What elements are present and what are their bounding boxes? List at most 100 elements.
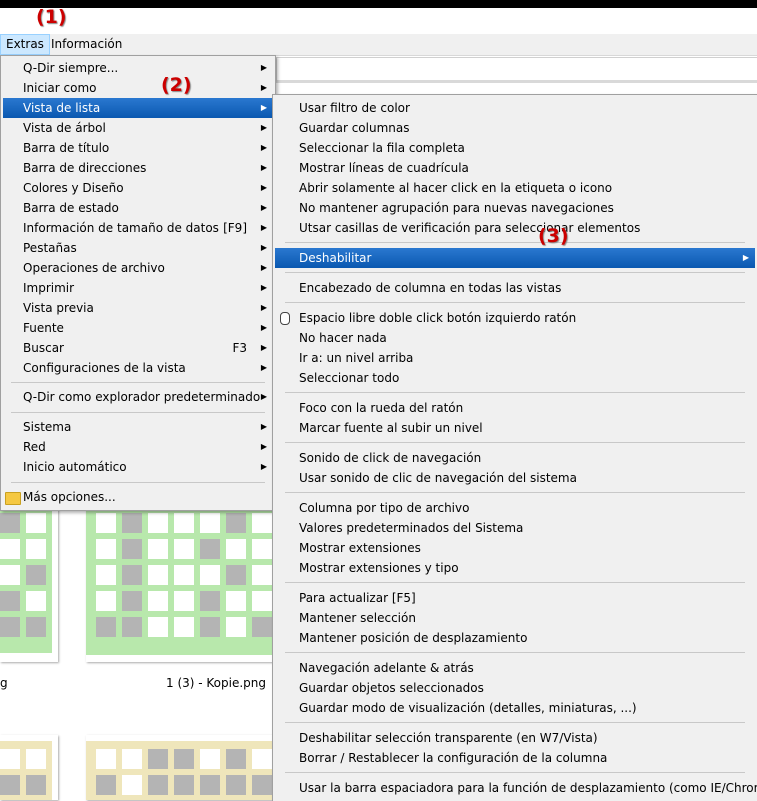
menu-item-buscar[interactable]: Buscar F3 ▶ [3, 338, 273, 358]
menu-item-label: Guardar modo de visualización (detalles,… [299, 701, 637, 715]
menu-item-para-actualizar-f5[interactable]: Para actualizar [F5] [275, 588, 755, 608]
menu-item-label: No mantener agrupación para nuevas naveg… [299, 201, 614, 215]
menu-item-label: Q-Dir siempre... [23, 61, 119, 75]
menu-item-label: Foco con la rueda del ratón [299, 401, 464, 415]
menu-item-label: Vista de lista [23, 101, 101, 115]
menu-item-q-dir-siempre[interactable]: Q-Dir siempre... ▶ [3, 58, 273, 78]
menu-item-label: Deshabilitar [299, 251, 372, 265]
menu-item-fuente[interactable]: Fuente ▶ [3, 318, 273, 338]
menu-item-pestanas[interactable]: Pestañas ▶ [3, 238, 273, 258]
menu-item-deshabilitar-seleccion-transparente-en-w7-vista[interactable]: Deshabilitar selección transparente (en … [275, 728, 755, 748]
menu-item-q-dir-como-explorador-predeterminado[interactable]: Q-Dir como explorador predeterminado ▶ [3, 387, 273, 407]
menu-item-mantener-seleccion[interactable]: Mantener selección [275, 608, 755, 628]
menu-separator [285, 442, 745, 443]
menu-item-operaciones-de-archivo[interactable]: Operaciones de archivo ▶ [3, 258, 273, 278]
menu-item-foco-con-la-rueda-del-raton[interactable]: Foco con la rueda del ratón [275, 398, 755, 418]
menu-item-ir-a-un-nivel-arriba[interactable]: Ir a: un nivel arriba [275, 348, 755, 368]
menu-item-label: Q-Dir como explorador predeterminado [23, 390, 261, 404]
menu-item-imprimir[interactable]: Imprimir ▶ [3, 278, 273, 298]
chevron-right-icon: ▶ [260, 283, 267, 292]
menu-item-label: Imprimir [23, 281, 75, 295]
menu-item-label: Columna por tipo de archivo [299, 501, 470, 515]
menu-item-navegacion-adelante-atras[interactable]: Navegación adelante & atrás [275, 658, 755, 678]
menu-item-sistema[interactable]: Sistema ▶ [3, 417, 273, 437]
menu-item-label: Colores y Diseño [23, 181, 124, 195]
menu-item-configuraciones-de-la-vista[interactable]: Configuraciones de la vista ▶ [3, 358, 273, 378]
chevron-right-icon: ▶ [260, 343, 267, 352]
address-bar[interactable] [276, 57, 757, 83]
menu-item-seleccionar-todo[interactable]: Seleccionar todo [275, 368, 755, 388]
menu-item-deshabilitar[interactable]: Deshabilitar ▶ [275, 248, 755, 268]
menu-item-label: Usar filtro de color [299, 101, 410, 115]
menu-item-usar-la-barra-espaciadora-para-la-funcion-de-desplazamiento-como-ie-chrome[interactable]: Usar la barra espaciadora para la funció… [275, 778, 757, 798]
menu-item-columna-por-tipo-de-archivo[interactable]: Columna por tipo de archivo [275, 498, 755, 518]
menu-item-barra-de-titulo[interactable]: Barra de título ▶ [3, 138, 273, 158]
menu-item-vista-de-arbol[interactable]: Vista de árbol ▶ [3, 118, 273, 138]
menu-item-mostrar-extensiones-y-tipo[interactable]: Mostrar extensiones y tipo [275, 558, 755, 578]
menu-item-label: Barra de estado [23, 201, 119, 215]
menu-item-informacion-de-tamano-de-datos[interactable]: Información de tamaño de datos [F9] ▶ [3, 218, 273, 238]
menu-item-label: Configuraciones de la vista [23, 361, 186, 375]
menu-item-espacio-libre-doble-click-boton-izquierdo-raton[interactable]: Espacio libre doble click botón izquierd… [275, 308, 755, 328]
menu-item-usar-sonido-de-clic-de-navegacion-del-sistema[interactable]: Usar sonido de clic de navegación del si… [275, 468, 755, 488]
menu-item-label: Red [23, 440, 46, 454]
menu-item-utsar-casillas-de-verificacion-para-seleccionar-elementos[interactable]: Utsar casillas de verificación para sele… [275, 218, 755, 238]
menu-item-guardar-columnas[interactable]: Guardar columnas [275, 118, 755, 138]
menu-item-marcar-fuente-al-subir-un-nivel[interactable]: Marcar fuente al subir un nivel [275, 418, 755, 438]
menu-item-label: Deshabilitar selección transparente (en … [299, 731, 598, 745]
file-thumbnail[interactable] [86, 735, 276, 800]
annotation-3: (3) [538, 225, 569, 247]
chevron-right-icon: ▶ [742, 253, 749, 262]
menu-item-guardar-objetos-seleccionados[interactable]: Guardar objetos seleccionados [275, 678, 755, 698]
menu-item-encabezado-de-columna-en-todas-las-vistas[interactable]: Encabezado de columna en todas las vista… [275, 278, 755, 298]
menu-item-label: Borrar / Restablecer la configuración de… [299, 751, 608, 765]
menu-item-vista-previa[interactable]: Vista previa ▶ [3, 298, 273, 318]
menu-item-label: Ir a: un nivel arriba [299, 351, 414, 365]
menu-item-iniciar-como[interactable]: Iniciar como ▶ [3, 78, 273, 98]
chevron-right-icon: ▶ [260, 323, 267, 332]
menu-item-label: Mantener posición de desplazamiento [299, 631, 528, 645]
menu-item-mantener-posicion-de-desplazamiento[interactable]: Mantener posición de desplazamiento [275, 628, 755, 648]
chevron-right-icon: ▶ [260, 163, 267, 172]
menu-extras[interactable]: Extras [0, 34, 50, 55]
menu-item-barra-de-estado[interactable]: Barra de estado ▶ [3, 198, 273, 218]
file-thumbnail[interactable] [0, 505, 58, 662]
menu-item-label: Vista de árbol [23, 121, 106, 135]
shortcut-label: [F9] [223, 221, 247, 235]
chevron-right-icon: ▶ [260, 263, 267, 272]
mouse-icon [280, 312, 290, 325]
file-thumbnail[interactable] [0, 735, 58, 800]
menu-item-label: Navegación adelante & atrás [299, 661, 474, 675]
menu-separator [285, 392, 745, 393]
menu-item-vista-de-lista[interactable]: Vista de lista ▶ [3, 98, 273, 118]
menu-item-mas-opciones[interactable]: Más opciones... [3, 487, 273, 507]
menu-item-label: Operaciones de archivo [23, 261, 165, 275]
file-thumbnail[interactable] [86, 505, 276, 662]
menu-item-barra-de-direcciones[interactable]: Barra de direcciones ▶ [3, 158, 273, 178]
menu-item-label: Seleccionar todo [299, 371, 400, 385]
menu-item-sonido-de-click-de-navegacion[interactable]: Sonido de click de navegación [275, 448, 755, 468]
menu-item-abrir-solamente-al-hacer-click-en-la-etiqueta-o-icono[interactable]: Abrir solamente al hacer click en la eti… [275, 178, 755, 198]
menu-item-borrar-restablecer-la-configuracion-de-la-columna[interactable]: Borrar / Restablecer la configuración de… [275, 748, 755, 768]
menu-item-label: Abrir solamente al hacer click en la eti… [299, 181, 613, 195]
menu-item-label: Mostrar extensiones [299, 541, 421, 555]
menu-item-usar-filtro-de-color[interactable]: Usar filtro de color [275, 98, 755, 118]
menu-item-colores-y-diseno[interactable]: Colores y Diseño ▶ [3, 178, 273, 198]
menu-item-no-hacer-nada[interactable]: No hacer nada [275, 328, 755, 348]
menu-item-seleccionar-la-fila-completa[interactable]: Seleccionar la fila completa [275, 138, 755, 158]
menu-item-mostrar-extensiones[interactable]: Mostrar extensiones [275, 538, 755, 558]
menu-item-label: Sistema [23, 420, 72, 434]
file-label[interactable]: g [0, 676, 8, 690]
menu-informacion[interactable]: Información [46, 34, 127, 55]
menu-separator [11, 482, 265, 483]
menu-item-guardar-modo-de-visualizacion-detalles-miniaturas[interactable]: Guardar modo de visualización (detalles,… [275, 698, 755, 718]
file-label[interactable]: 1 (3) - Kopie.png [166, 676, 266, 690]
menu-item-valores-predeterminados-del-sistema[interactable]: Valores predeterminados del Sistema [275, 518, 755, 538]
menu-item-red[interactable]: Red ▶ [3, 437, 273, 457]
menu-item-no-mantener-agrupacion-para-nuevas-navegaciones[interactable]: No mantener agrupación para nuevas naveg… [275, 198, 755, 218]
chevron-right-icon: ▶ [260, 303, 267, 312]
menu-item-inicio-automatico[interactable]: Inicio automático ▶ [3, 457, 273, 477]
menu-separator [285, 722, 745, 723]
chevron-right-icon: ▶ [260, 243, 267, 252]
menu-item-mostrar-lineas-de-cuadricula[interactable]: Mostrar líneas de cuadrícula [275, 158, 755, 178]
